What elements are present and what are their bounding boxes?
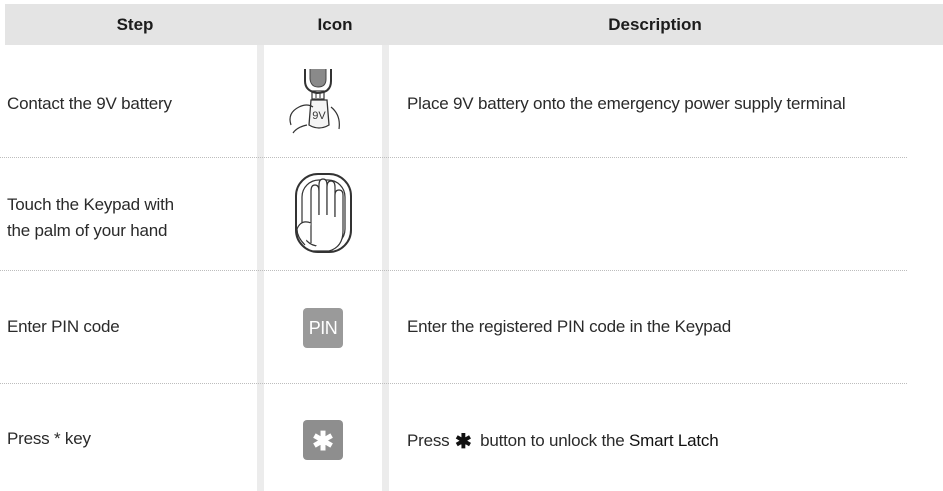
column-separator-left — [257, 45, 264, 491]
description-text: Enter the registered PIN code in the Key… — [407, 317, 732, 336]
step-text: Touch the Keypad with the palm of your h… — [7, 192, 174, 244]
description-text: Press ✱ button to unlock the Smart Latch — [407, 429, 719, 454]
battery-9v-hand-icon: 9V — [283, 67, 353, 142]
svg-text:9V: 9V — [312, 110, 326, 122]
pin-code-icon: PIN — [303, 308, 343, 348]
row-divider — [0, 383, 907, 384]
step-text-line-2: the palm of your hand — [7, 221, 168, 240]
step-text-line-1: Touch the Keypad with — [7, 195, 174, 214]
palm-on-keypad-icon — [289, 171, 359, 260]
description-text-before: Press — [407, 431, 450, 450]
star-key-icon: ✱ — [303, 420, 343, 460]
header-description: Description — [608, 15, 702, 34]
star-symbol-icon: ✱ — [455, 431, 472, 453]
row-divider — [0, 157, 907, 158]
header-icon: Icon — [317, 15, 353, 34]
table-header: Step Icon Description — [5, 4, 943, 45]
step-text: Enter PIN code — [7, 317, 120, 336]
description-text-middle: button to unlock the — [480, 431, 625, 450]
description-text: Place 9V battery onto the emergency powe… — [407, 94, 846, 113]
column-separator-right — [382, 45, 389, 491]
product-name: Smart Latch — [629, 431, 719, 450]
header-step: Step — [116, 15, 154, 34]
step-text: Contact the 9V battery — [7, 94, 172, 113]
row-divider — [0, 270, 907, 271]
step-text: Press * key — [7, 429, 91, 448]
